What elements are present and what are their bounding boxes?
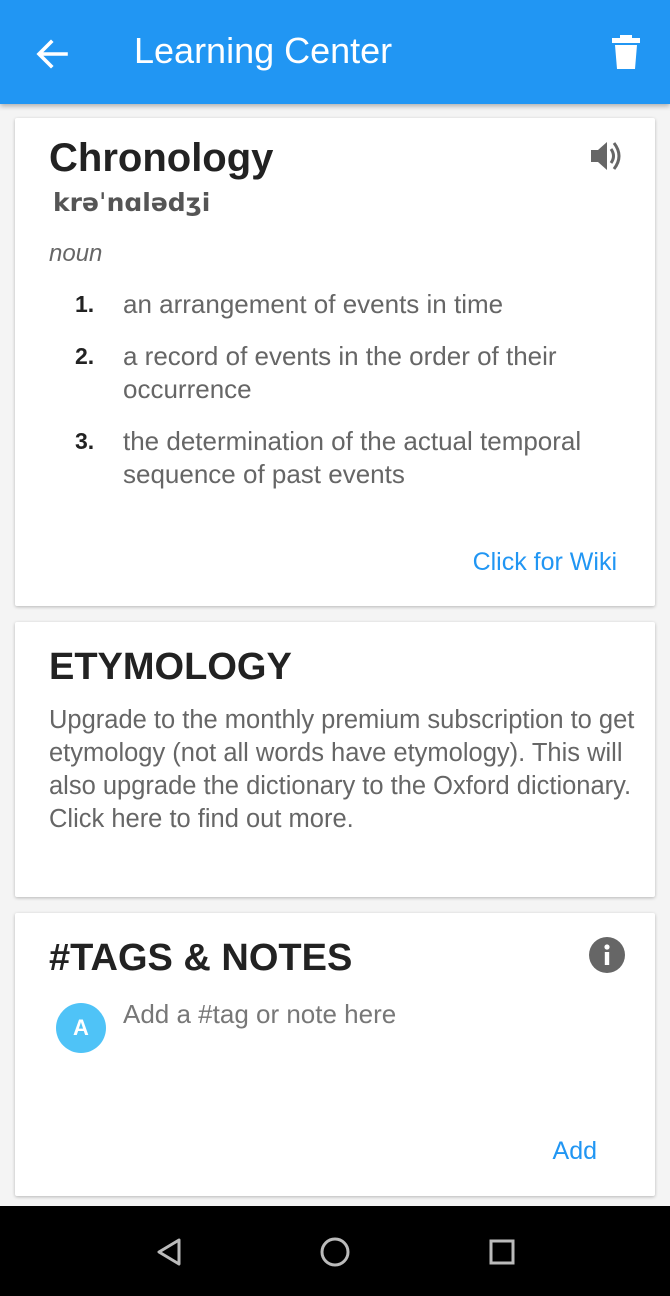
- home-circle-icon[interactable]: [315, 1232, 355, 1272]
- etymology-card: ETYMOLOGY Upgrade to the monthly premium…: [15, 622, 655, 897]
- definition-number: 1.: [75, 291, 95, 317]
- page-title: Learning Center: [134, 30, 393, 71]
- avatar: A: [56, 1003, 106, 1053]
- tags-notes-card: #TAGS & NOTES A Add: [15, 913, 655, 1196]
- back-triangle-icon[interactable]: [150, 1232, 190, 1272]
- tags-title: #TAGS & NOTES: [49, 937, 353, 979]
- definition-item: 2. a record of events in the order of th…: [75, 340, 635, 406]
- definition-text: a record of events in the order of their…: [123, 341, 557, 404]
- back-arrow-icon[interactable]: [32, 34, 72, 74]
- trash-icon[interactable]: [606, 32, 646, 72]
- definitions-list: 1. an arrangement of events in time 2. a…: [75, 288, 635, 510]
- tag-note-input[interactable]: [121, 993, 625, 1035]
- etymology-title: ETYMOLOGY: [49, 646, 292, 688]
- word-card: Chronology krəˈnɑlədʒi noun 1. an arrang…: [15, 118, 655, 606]
- recents-square-icon[interactable]: [482, 1232, 522, 1272]
- word-title: Chronology: [49, 136, 274, 180]
- definition-text: an arrangement of events in time: [123, 289, 504, 319]
- part-of-speech: noun: [49, 240, 103, 267]
- definition-number: 3.: [75, 428, 95, 454]
- definition-item: 3. the determination of the actual tempo…: [75, 425, 635, 491]
- definition-number: 2.: [75, 343, 95, 369]
- add-button[interactable]: Add: [553, 1137, 597, 1166]
- phonetic-text: krəˈnɑlədʒi: [53, 188, 211, 217]
- etymology-upgrade-text[interactable]: Upgrade to the monthly premium subscript…: [49, 704, 645, 836]
- app-bar: Learning Center: [0, 0, 670, 104]
- definition-item: 1. an arrangement of events in time: [75, 288, 635, 321]
- speaker-icon[interactable]: [587, 136, 627, 176]
- system-nav-bar: [0, 1206, 670, 1296]
- info-icon[interactable]: [588, 936, 626, 974]
- definition-text: the determination of the actual temporal…: [123, 426, 582, 489]
- wiki-link[interactable]: Click for Wiki: [473, 548, 617, 577]
